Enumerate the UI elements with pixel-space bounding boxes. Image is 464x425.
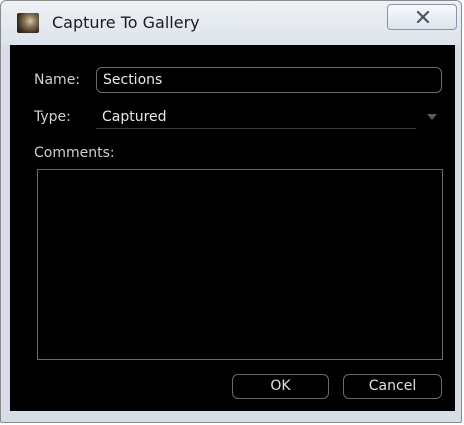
type-label: Type: xyxy=(34,109,71,125)
type-selected-value: Captured xyxy=(102,109,167,125)
chevron-down-icon xyxy=(427,114,437,120)
comments-label: Comments: xyxy=(34,145,115,161)
type-underline xyxy=(96,128,416,129)
dialog-body: Name: Sections Type: Captured Comments: … xyxy=(10,45,455,411)
type-select[interactable]: Captured xyxy=(96,105,442,129)
cancel-button[interactable]: Cancel xyxy=(343,374,442,399)
dialog-window: Capture To Gallery Name: Sections Type: … xyxy=(0,0,462,423)
title-bar: Capture To Gallery xyxy=(1,1,461,45)
app-photo-icon xyxy=(17,13,39,33)
name-label: Name: xyxy=(34,72,81,88)
close-icon xyxy=(416,11,430,23)
comments-textarea[interactable] xyxy=(37,169,443,360)
name-input[interactable]: Sections xyxy=(96,67,442,93)
ok-button[interactable]: OK xyxy=(232,374,329,399)
close-button[interactable] xyxy=(387,4,457,30)
window-title: Capture To Gallery xyxy=(52,13,200,32)
